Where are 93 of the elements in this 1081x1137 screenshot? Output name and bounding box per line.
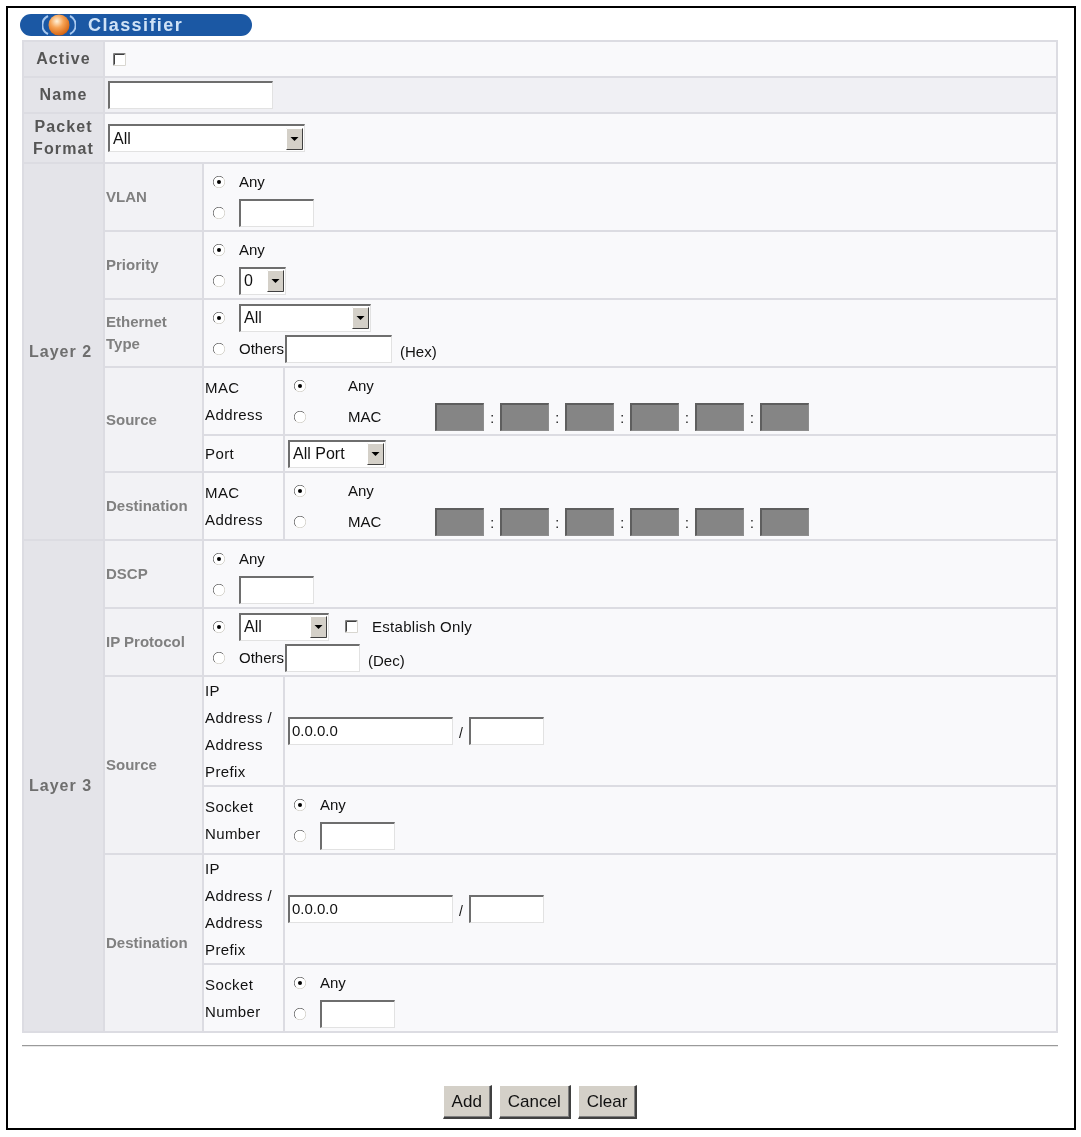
option-label: Others bbox=[239, 338, 284, 359]
radio-button[interactable] bbox=[213, 206, 225, 219]
action-button[interactable]: Add bbox=[442, 1085, 492, 1119]
text-field[interactable]: 0.0.0.0 bbox=[288, 895, 453, 923]
separator-text: : bbox=[748, 514, 755, 533]
radio-button[interactable] bbox=[294, 798, 306, 811]
field-label: MAC Address bbox=[204, 368, 283, 434]
group-label: IP Protocol bbox=[105, 609, 202, 675]
radio-button[interactable] bbox=[213, 311, 225, 324]
row-label: Name bbox=[24, 78, 103, 112]
option-label: Any bbox=[239, 548, 265, 569]
checkbox[interactable] bbox=[113, 52, 126, 66]
row-label: Active bbox=[24, 42, 103, 76]
radio-button[interactable] bbox=[294, 976, 306, 989]
option-label: MAC bbox=[348, 406, 382, 427]
unit-label: (Dec) bbox=[368, 650, 405, 671]
section-label: Layer 3 bbox=[24, 541, 103, 1031]
option-label: Any bbox=[239, 171, 265, 192]
radio-button[interactable] bbox=[294, 829, 306, 842]
field-label: IP Address / Address Prefix bbox=[204, 677, 283, 785]
text-field[interactable] bbox=[320, 999, 395, 1028]
text-field[interactable]: 0.0.0.0 bbox=[288, 717, 453, 745]
option-label: MAC bbox=[348, 511, 382, 532]
field-label: Socket Number bbox=[204, 965, 283, 1031]
group-label: Priority bbox=[105, 232, 202, 298]
radio-button[interactable] bbox=[294, 484, 306, 497]
radio-button[interactable] bbox=[294, 515, 306, 528]
section-label: Layer 2 bbox=[24, 164, 103, 539]
caret-down-icon[interactable] bbox=[310, 616, 327, 638]
separator-text: : bbox=[619, 409, 625, 428]
separator-text: : bbox=[489, 514, 496, 533]
option-label: Any bbox=[348, 375, 374, 396]
group-label: Destination bbox=[105, 855, 202, 1031]
text-field[interactable] bbox=[468, 895, 544, 923]
separator-text: : bbox=[489, 409, 496, 428]
option-label: Any bbox=[320, 794, 346, 815]
separator-text: / bbox=[458, 901, 464, 921]
radio-button[interactable] bbox=[294, 1007, 306, 1020]
separator-text: : bbox=[619, 514, 625, 533]
option-label: Any bbox=[348, 480, 374, 501]
separator-text: : bbox=[748, 409, 755, 428]
group-label: Ethernet Type bbox=[105, 300, 202, 366]
checkbox-label: Establish Only bbox=[372, 616, 473, 637]
separator-text: : bbox=[684, 514, 690, 533]
separator-text: : bbox=[684, 409, 690, 428]
separator-text: / bbox=[458, 723, 464, 743]
field-label: Socket Number bbox=[204, 787, 283, 853]
text-field[interactable] bbox=[285, 334, 392, 363]
radio-button[interactable] bbox=[213, 243, 225, 256]
action-button[interactable]: Cancel bbox=[498, 1085, 571, 1119]
ball-icon bbox=[42, 14, 76, 36]
caret-down-icon[interactable] bbox=[267, 270, 284, 292]
text-field[interactable] bbox=[320, 821, 395, 850]
group-label: Source bbox=[105, 368, 202, 471]
caret-down-icon[interactable] bbox=[367, 443, 384, 465]
radio-button[interactable] bbox=[213, 620, 225, 633]
action-button[interactable]: Clear bbox=[577, 1085, 638, 1119]
row-label: Packet Format bbox=[24, 114, 103, 162]
text-field[interactable] bbox=[285, 643, 360, 672]
radio-button[interactable] bbox=[213, 552, 225, 565]
unit-label: (Hex) bbox=[400, 341, 437, 362]
radio-button[interactable] bbox=[213, 651, 225, 664]
separator-text: : bbox=[554, 409, 561, 428]
dropdown[interactable]: All bbox=[239, 303, 371, 332]
radio-button[interactable] bbox=[294, 379, 306, 392]
option-label: Any bbox=[320, 972, 346, 993]
page-title: Classifier bbox=[88, 14, 184, 36]
radio-button[interactable] bbox=[213, 175, 225, 188]
group-label: DSCP bbox=[105, 541, 202, 607]
dropdown[interactable]: 0 bbox=[239, 266, 286, 295]
group-label: Destination bbox=[105, 473, 202, 539]
option-label: Any bbox=[239, 239, 265, 260]
checkbox[interactable] bbox=[345, 620, 358, 633]
radio-button[interactable] bbox=[294, 410, 306, 423]
separator-text: : bbox=[554, 514, 561, 533]
field-label: Port bbox=[204, 436, 283, 471]
text-field[interactable] bbox=[239, 198, 314, 227]
group-label: Source bbox=[105, 677, 202, 853]
caret-down-icon[interactable] bbox=[286, 127, 303, 150]
text-field[interactable] bbox=[239, 575, 314, 604]
field-label: IP Address / Address Prefix bbox=[204, 855, 283, 963]
radio-button[interactable] bbox=[213, 342, 225, 355]
text-field[interactable] bbox=[108, 81, 273, 109]
radio-button[interactable] bbox=[213, 583, 225, 596]
group-label: VLAN bbox=[105, 164, 202, 230]
dropdown[interactable]: All bbox=[239, 612, 329, 641]
option-label: Others bbox=[239, 647, 284, 668]
radio-button[interactable] bbox=[213, 274, 225, 287]
dropdown[interactable]: All bbox=[108, 124, 305, 152]
field-label: MAC Address bbox=[204, 473, 283, 539]
text-field[interactable] bbox=[468, 717, 544, 745]
dropdown[interactable]: All Port bbox=[288, 439, 386, 468]
caret-down-icon[interactable] bbox=[352, 307, 369, 329]
